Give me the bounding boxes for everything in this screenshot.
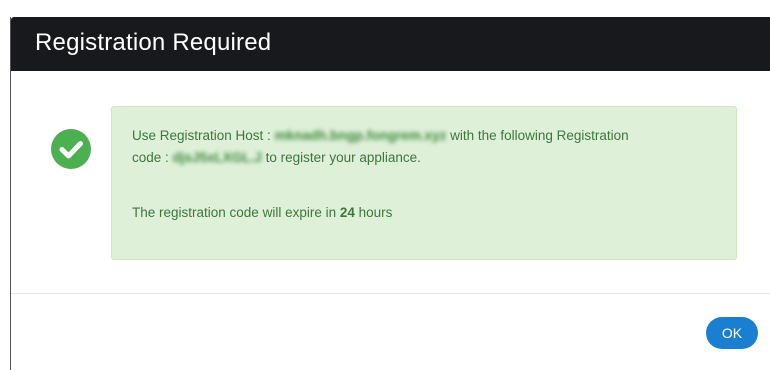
dialog-title: Registration Required [35,29,272,56]
ok-button[interactable]: OK [706,317,758,349]
expiry-hours: 24 [339,205,355,220]
code-suffix: to register your appliance. [261,150,421,165]
registration-host-value: mknadh.bngp.fongrem.xyz [274,128,447,143]
code-label: code : [132,150,173,165]
expiry-label: The registration code will expire in [132,205,340,220]
registration-code-value: djsJ5xLXGL.J [172,150,262,165]
host-suffix: with the following Registration [446,128,629,143]
registration-code-line: code : djsJ5xLXGL.J to register your app… [132,148,421,168]
check-circle-icon [51,129,91,169]
host-label: Use Registration Host : [132,128,275,143]
expiry-line: The registration code will expire in 24 … [132,203,392,223]
dialog-header: Registration Required [11,17,770,71]
registration-host-line: Use Registration Host : mknadh.bngp.fong… [132,126,629,146]
success-alert: Use Registration Host : mknadh.bngp.fong… [111,106,737,260]
expiry-unit: hours [354,205,393,220]
footer-divider [11,293,770,294]
registration-dialog: Registration Required Use Registration H… [10,17,770,370]
